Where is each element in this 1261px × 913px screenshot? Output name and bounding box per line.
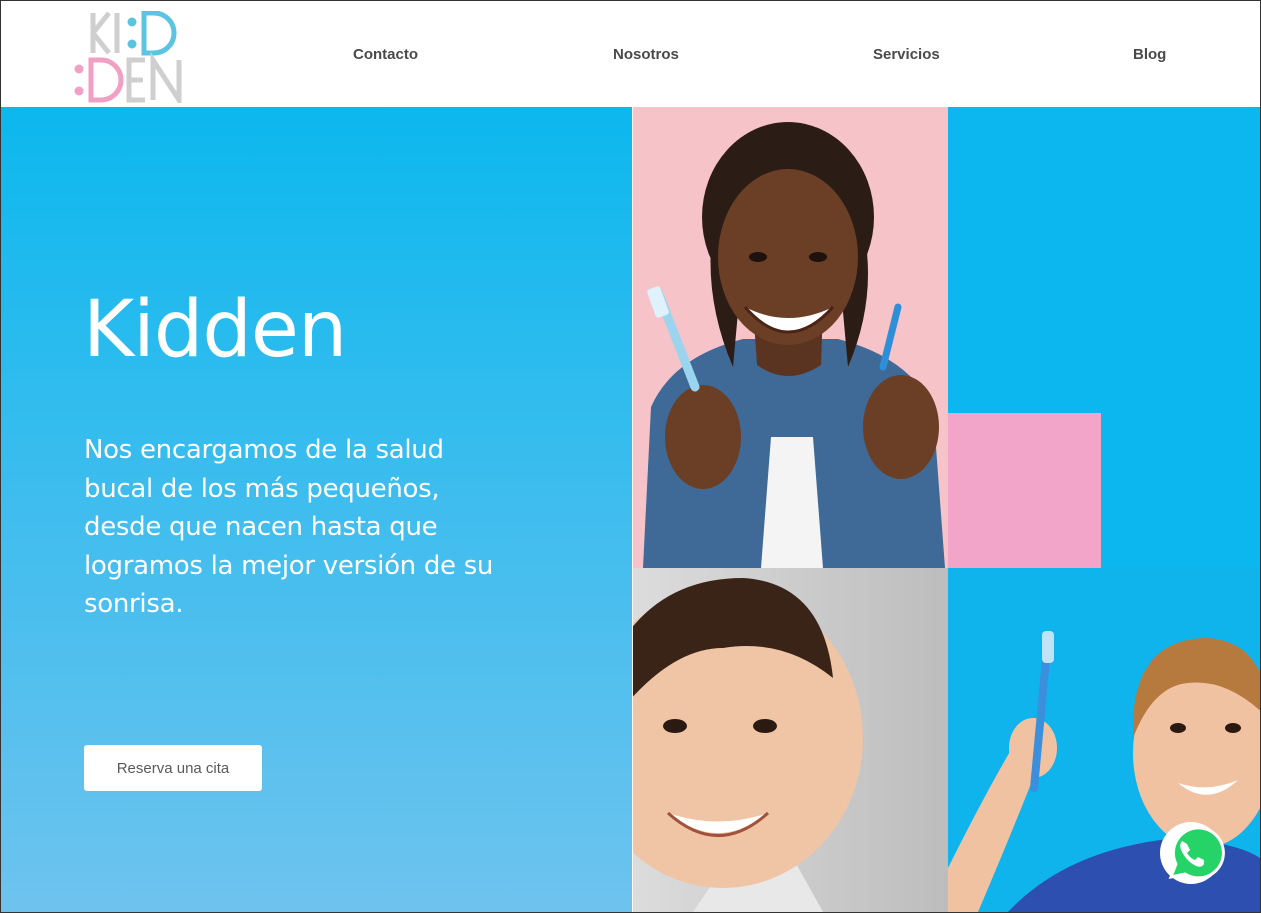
- hero-title: Kidden: [83, 285, 347, 375]
- nav-contacto[interactable]: Contacto: [353, 46, 418, 63]
- page: Contacto Nosotros Servicios Blog Kidden …: [0, 0, 1261, 913]
- site-header: Contacto Nosotros Servicios Blog: [1, 1, 1260, 107]
- whatsapp-icon[interactable]: [1157, 819, 1225, 887]
- nav-blog[interactable]: Blog: [1133, 46, 1166, 63]
- photo-girl-toothbrushes: [633, 107, 948, 568]
- decor-pink-block: [948, 413, 1101, 568]
- kidden-logo[interactable]: [73, 11, 183, 103]
- nav-servicios[interactable]: Servicios: [873, 46, 940, 63]
- nav-nosotros[interactable]: Nosotros: [613, 46, 679, 63]
- hero-section: Kidden Nos encargamos de la salud bucal …: [1, 107, 632, 912]
- hero-description: Nos encargamos de la salud bucal de los …: [84, 435, 494, 619]
- photo-smiling-boy: [633, 568, 948, 912]
- book-appointment-button[interactable]: Reserva una cita: [84, 745, 262, 791]
